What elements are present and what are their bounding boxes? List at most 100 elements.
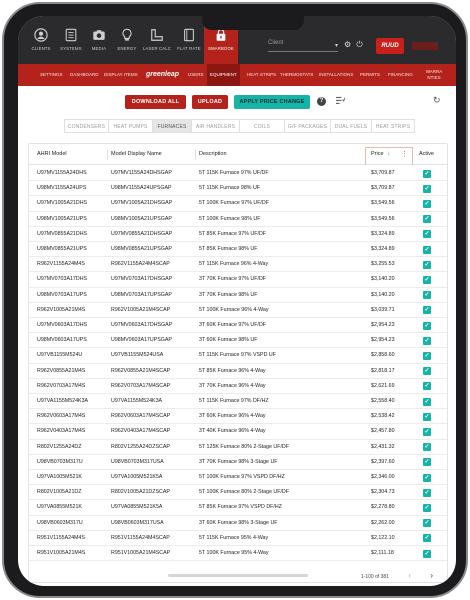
active-checkbox[interactable]: ✓ — [423, 230, 431, 239]
subnav-users[interactable]: USERS — [188, 64, 204, 86]
table-row[interactable]: U98VB0703M317U U98VB0703M317USA 3T 70K Fur… — [29, 455, 447, 470]
active-checkbox[interactable]: ✓ — [423, 260, 431, 269]
subnav-thermostats[interactable]: THERMOSTATS — [280, 64, 313, 86]
nav-laser-calc[interactable]: LASER CALC — [142, 28, 172, 51]
nav-media[interactable]: MEDIA — [84, 28, 114, 51]
active-checkbox[interactable]: ✓ — [423, 503, 431, 512]
active-checkbox[interactable]: ✓ — [423, 184, 431, 193]
active-checkbox[interactable]: ✓ — [423, 291, 431, 300]
cell-price: $2,621.69 — [371, 382, 395, 389]
subnav-installations[interactable]: INSTALLATIONS — [319, 64, 353, 86]
table-row[interactable]: U97VB1155M524U U97VB1155M524USA 5T 115K Fu… — [29, 348, 447, 364]
cell-description: 5T 115K Furnace 97% VSPD UF — [199, 352, 276, 359]
subnav-heat-strips[interactable]: HEAT STRIPS — [247, 64, 276, 86]
chevron-right-icon[interactable]: › — [430, 571, 433, 580]
chevron-left-icon[interactable]: ‹ — [408, 571, 411, 580]
active-checkbox[interactable]: ✓ — [423, 215, 431, 224]
table-row[interactable]: R802V1255A24DZ R802V1255A24DZSCAP 5T 125K … — [29, 440, 447, 455]
table-row[interactable]: R951V1155A24M4S R951V1155A24M4SCAP 5T 115K… — [29, 531, 447, 546]
active-checkbox[interactable]: ✓ — [423, 473, 431, 482]
active-checkbox[interactable]: ✓ — [423, 412, 431, 421]
active-checkbox[interactable]: ✓ — [423, 367, 431, 376]
subnav-equipment[interactable]: EQUIPMENT — [207, 64, 240, 86]
tab-heat-pumps[interactable]: HEAT PUMPS — [108, 119, 153, 133]
header-ahri-model[interactable]: AHRI Model — [37, 144, 67, 165]
table-row[interactable]: R962V0403A17M4S R962V0403A17M4SCAP 3T 40K … — [29, 424, 447, 440]
subnav-display-items[interactable]: DISPLAY ITEMS — [104, 64, 138, 86]
subnav-settings[interactable]: SETTINGS — [40, 64, 63, 86]
power-icon[interactable]: ⏻ — [356, 40, 362, 49]
active-checkbox[interactable]: ✓ — [423, 488, 431, 497]
active-checkbox[interactable]: ✓ — [423, 306, 431, 315]
table-row[interactable]: R802V1005A21DZ R802V1005A21DZSCAP 5T 100K … — [29, 485, 447, 501]
sort-arrow-icon[interactable]: ↓ — [387, 144, 390, 165]
active-checkbox[interactable]: ✓ — [423, 549, 431, 558]
apply-price-change-button[interactable]: APPLY PRICE CHANGE — [234, 95, 310, 109]
subnav-dashboard[interactable]: DASHBOARD — [70, 64, 99, 86]
tab-heat-strips[interactable]: HEAT STRIPS — [371, 119, 415, 133]
tab-dual-fuels[interactable]: DUAL FUELS — [330, 119, 372, 133]
subnav-warranties[interactable]: WARRA NTIES — [423, 69, 445, 91]
active-checkbox[interactable]: ✓ — [423, 169, 431, 178]
table-row[interactable]: R962V0703A17M4S R962V0703A17M4SCAP 3T 70K … — [29, 379, 447, 394]
table-row[interactable]: U98MV1155A24UPS U98MV1155A24UPSGAP 5T 115K… — [29, 181, 447, 197]
table-row[interactable]: R962V0855A21M4S R962V0855A21M4SCAP 5T 85K … — [29, 364, 447, 379]
active-checkbox[interactable]: ✓ — [423, 519, 431, 528]
table-row[interactable]: U97VA1155M524K3A U97VA1155M524K3A 5T 115K … — [29, 394, 447, 410]
active-checkbox[interactable]: ✓ — [423, 397, 431, 406]
table-row[interactable]: U98MV0703A17UPS U98MV0703A17UPSGAP 3T 70K … — [29, 288, 447, 303]
subnav-financing[interactable]: FINANCING — [388, 64, 413, 86]
table-row[interactable]: R962V1005A21M4S R962V1005A21M4SCAP 5T 100K… — [29, 303, 447, 318]
nav-systems[interactable]: SYSTEMS — [56, 28, 86, 51]
active-checkbox[interactable]: ✓ — [423, 275, 431, 284]
upload-button[interactable]: UPLOAD — [192, 95, 228, 109]
table-row[interactable]: U97VA1005M521K U97VA1005M521K5A 5T 100K Fu… — [29, 470, 447, 486]
subnav-greenleap[interactable]: greenleap — [146, 64, 179, 86]
table-row[interactable]: U97MV0603A17DHS U97MV0603A17DHSGAP 3T 60K … — [29, 318, 447, 334]
refresh-icon[interactable]: ↻ — [433, 95, 441, 106]
active-checkbox[interactable]: ✓ — [423, 351, 431, 360]
header-active[interactable]: Active — [419, 144, 434, 165]
table-row[interactable]: U98MV0855A21UPS U98MV0855A21UPSGAP 5T 85K … — [29, 242, 447, 258]
active-checkbox[interactable]: ✓ — [423, 321, 431, 330]
tab-gf-packages[interactable]: G/F PACKAGES — [284, 119, 331, 133]
active-checkbox[interactable]: ✓ — [423, 382, 431, 391]
header-price[interactable]: Price — [371, 144, 384, 165]
nav-flat-rate[interactable]: FLAT RATE — [174, 28, 204, 51]
tab-air-handlers[interactable]: AIR HANDLERS — [191, 119, 240, 133]
header-model-display-name[interactable]: Model Display Name — [111, 144, 162, 165]
table-row[interactable]: R962V1155A24M4S R962V1155A24M4SCAP 5T 115K… — [29, 257, 447, 273]
download-all-button[interactable]: DOWNLOAD ALL — [125, 95, 186, 109]
table-row[interactable]: U98VB0603M317U U98VB0603M317USA 3T 60K Fur… — [29, 516, 447, 531]
table-row[interactable]: R962V0603A17M4S R962V0603A17M4SCAP 3T 60K … — [29, 409, 447, 425]
table-row[interactable]: R951V1005A21M4S R951V1005A21M4SCAP 5T 100K… — [29, 546, 447, 562]
active-checkbox[interactable]: ✓ — [423, 534, 431, 543]
cell-ahri-model: U97MV0855A21DHS — [37, 230, 88, 237]
active-checkbox[interactable]: ✓ — [423, 458, 431, 467]
active-checkbox[interactable]: ✓ — [423, 245, 431, 254]
table-row[interactable]: U97MV1155A24DHS U97MV1155A24DHSGAP 5T 115K… — [29, 166, 447, 182]
help-icon[interactable]: ? — [317, 97, 326, 106]
nav-energy[interactable]: ENERGY — [112, 28, 142, 51]
client-select[interactable]: Client ▾ — [268, 40, 338, 52]
gear-icon[interactable]: ⚙ — [344, 40, 351, 49]
active-checkbox[interactable]: ✓ — [423, 199, 431, 208]
nav-clients[interactable]: CLIENTS — [26, 28, 56, 51]
table-row[interactable]: U97MV0703A17DHS U97MV0703A17DHSGAP 3T 70K … — [29, 272, 447, 288]
cell-model-display-name: U97VB1155M524USA — [111, 352, 164, 359]
active-checkbox[interactable]: ✓ — [423, 443, 431, 452]
table-row[interactable]: U98MV1005A21UPS U98MV1005A21UPSGAP 5T 100K… — [29, 212, 447, 227]
more-vert-icon[interactable]: ⋮ — [401, 144, 408, 165]
table-row[interactable]: U97MV0855A21DHS U97MV0855A21DHSGAP 5T 85K … — [29, 227, 447, 242]
tab-furnaces[interactable]: FURNACES — [152, 119, 192, 133]
tab-coils[interactable]: COILS — [239, 119, 285, 133]
tab-condensers[interactable]: CONDENSERS — [64, 119, 109, 133]
table-row[interactable]: U98MV0603A17UPS U98MV0603A17UPSGAP 3T 60K … — [29, 333, 447, 349]
subnav-permits[interactable]: PERMITS — [360, 64, 380, 86]
active-checkbox[interactable]: ✓ — [423, 336, 431, 345]
filter-list-icon[interactable] — [336, 96, 346, 107]
active-checkbox[interactable]: ✓ — [423, 427, 431, 436]
table-row[interactable]: U97MV1005A21DHS U97MV1005A21DHSGAP 5T 100K… — [29, 196, 447, 212]
header-description[interactable]: Description — [199, 144, 227, 165]
table-row[interactable]: U97VA0855M521K U97VA0855M521K5A 5T 85K Fur… — [29, 500, 447, 516]
